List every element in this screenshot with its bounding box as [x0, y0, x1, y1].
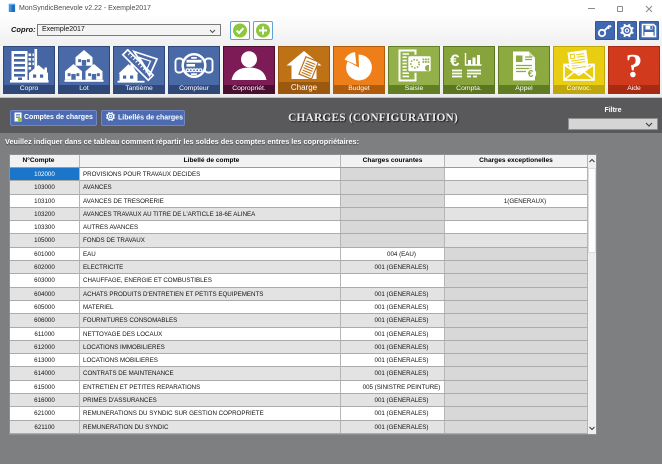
svg-text:?: ? — [626, 49, 643, 83]
svg-text:€: € — [528, 69, 534, 80]
svg-text:€: € — [450, 51, 460, 70]
